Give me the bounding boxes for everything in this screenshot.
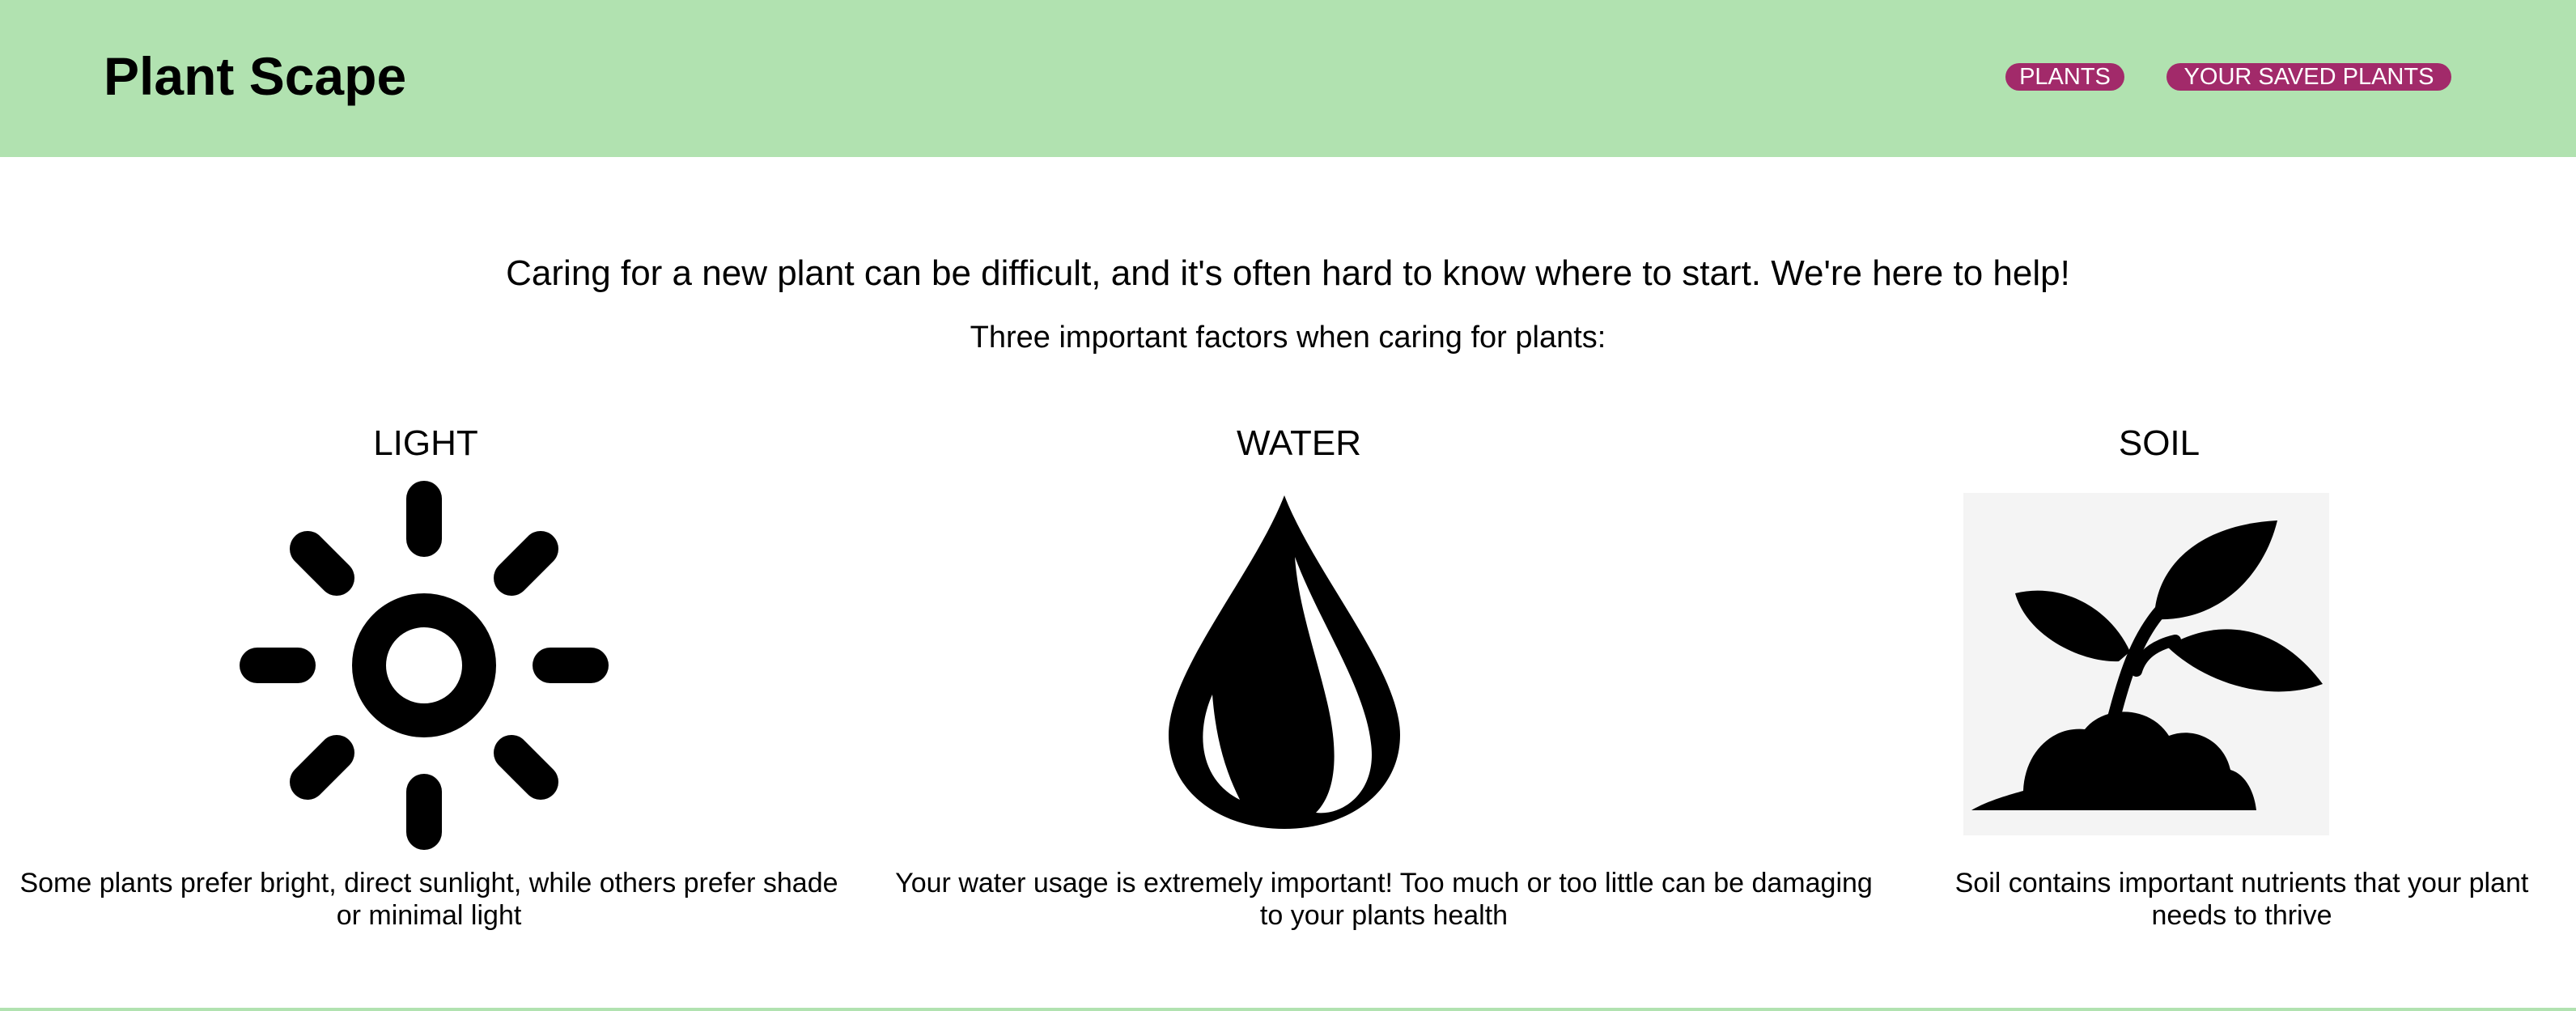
brand-title[interactable]: Plant Scape xyxy=(104,42,406,110)
intro-headline: Caring for a new plant can be difficult,… xyxy=(506,253,2070,293)
factor-title-soil: SOIL xyxy=(2118,423,2200,463)
site-header: Plant Scape PLANTS YOUR SAVED PLANTS xyxy=(0,0,2576,157)
sun-icon xyxy=(240,481,609,850)
water-drop-icon xyxy=(1169,495,1400,829)
factor-desc-light: Some plants prefer bright, direct sunlig… xyxy=(19,868,838,931)
intro-subheadline: Three important factors when caring for … xyxy=(970,321,1606,355)
factor-desc-water: Your water usage is extremely important!… xyxy=(895,868,1873,931)
nav-plants-button[interactable]: PLANTS xyxy=(2005,63,2124,91)
factor-desc-soil: Soil contains important nutrients that y… xyxy=(1954,868,2529,931)
sprout-soil-icon xyxy=(1963,493,2329,835)
footer-divider xyxy=(0,1008,2576,1011)
nav-saved-plants-button[interactable]: YOUR SAVED PLANTS xyxy=(2166,63,2451,91)
factor-title-light: LIGHT xyxy=(373,423,478,463)
factor-title-water: WATER xyxy=(1237,423,1361,463)
